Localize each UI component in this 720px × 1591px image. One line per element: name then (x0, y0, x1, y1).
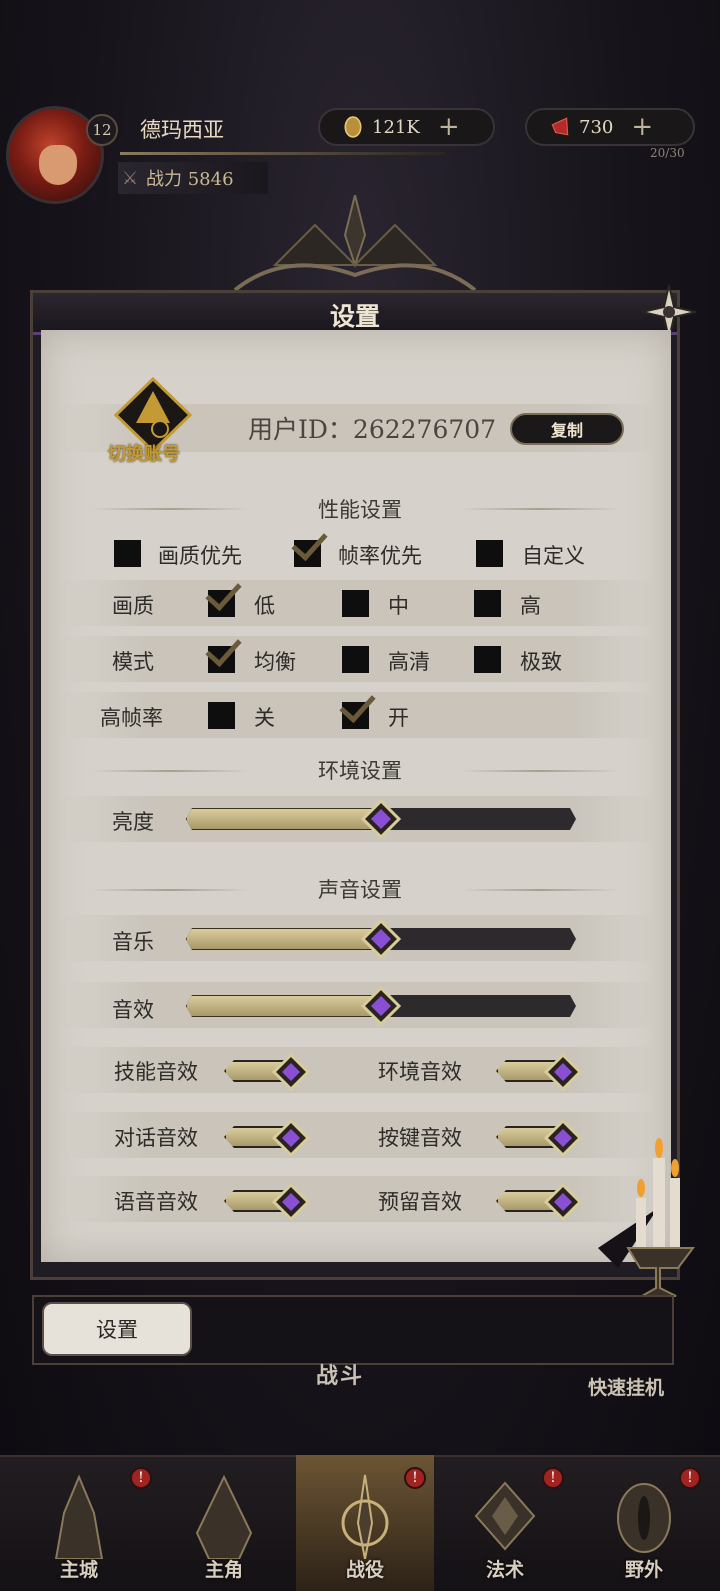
nav-label: 主角 (204, 1559, 243, 1581)
mode-ultra-checkbox[interactable] (474, 646, 501, 673)
combat-power-value: 战力 5846 (146, 169, 234, 190)
nav-main-city[interactable]: ! 主城 (10, 1455, 152, 1591)
voice-sound-label: 语音音效 (114, 1190, 198, 1214)
player-header: 12 德玛西亚 ⚔ 战力 5846 121K + 730 + 20/30 (0, 100, 720, 210)
tab-settings[interactable]: 设置 (42, 1302, 192, 1356)
mode-balanced-checkbox[interactable] (208, 646, 235, 673)
switch-account-label[interactable]: 切换账号 (108, 440, 180, 466)
button-sound-toggle[interactable] (496, 1119, 582, 1157)
stamina-counter: 20/30 (650, 146, 685, 160)
gold-resource[interactable]: 121K + (318, 108, 495, 146)
toggle-knob-diamond-icon (272, 1119, 310, 1157)
quality-high-checkbox[interactable] (474, 590, 501, 617)
mode-balanced-label: 均衡 (254, 650, 296, 674)
castle-icon (54, 1474, 104, 1559)
preset-fps-checkbox[interactable] (294, 540, 321, 567)
voice-sound-toggle[interactable] (224, 1183, 310, 1221)
toggle-knob-diamond-icon (544, 1183, 582, 1221)
alert-badge: ! (130, 1467, 152, 1489)
user-id-text: 用户ID：262276707 (248, 415, 497, 444)
ambient-sound-label: 环境音效 (378, 1060, 462, 1084)
quick-idle-button[interactable]: 快速挂机 (588, 1373, 664, 1400)
mode-hd-checkbox[interactable] (342, 646, 369, 673)
gem-amount: 730 (579, 116, 614, 138)
spell-compass-icon (474, 1481, 536, 1551)
add-gold-plus-icon[interactable]: + (438, 112, 460, 142)
alert-badge: ! (679, 1467, 701, 1489)
toggle-knob-diamond-icon (544, 1119, 582, 1157)
high-fps-label: 高帧率 (100, 706, 163, 730)
reserved-sound-label: 预留音效 (378, 1190, 462, 1214)
crossed-swords-icon: ⚔ (122, 168, 139, 189)
candle-decoration-icon (598, 1138, 695, 1297)
mode-hd-label: 高清 (388, 650, 430, 674)
gem-resource[interactable]: 730 + (525, 108, 695, 146)
preset-custom-checkbox[interactable] (476, 540, 503, 567)
button-sound-label: 按键音效 (378, 1126, 462, 1150)
eye-portal-icon (617, 1483, 671, 1553)
music-slider[interactable] (186, 919, 576, 959)
hooded-hero-icon (195, 1474, 253, 1559)
mode-ultra-label: 极致 (520, 650, 562, 674)
skill-sound-toggle[interactable] (224, 1053, 310, 1091)
high-fps-off-checkbox[interactable] (208, 702, 235, 729)
preset-quality-label: 画质优先 (158, 544, 242, 568)
player-level-badge: 12 (86, 114, 118, 146)
quality-low-label: 低 (254, 594, 275, 618)
mode-label: 模式 (112, 650, 154, 674)
preset-custom-label: 自定义 (522, 544, 585, 568)
music-label: 音乐 (112, 930, 154, 954)
sound-heading: 声音设置 (318, 878, 402, 902)
nav-spells[interactable]: ! 法术 (436, 1455, 574, 1591)
slider-knob-diamond-icon[interactable] (361, 799, 401, 839)
skill-sound-label: 技能音效 (114, 1060, 198, 1084)
alert-badge: ! (404, 1467, 426, 1489)
brightness-slider[interactable] (186, 799, 576, 839)
nav-label: 主城 (59, 1559, 98, 1581)
quality-label: 画质 (112, 594, 154, 618)
exp-bar (120, 152, 445, 155)
copy-id-button[interactable]: 复制 (510, 413, 624, 445)
battle-label[interactable]: 战斗 (316, 1358, 364, 1390)
nav-hero[interactable]: 主角 (155, 1455, 293, 1591)
brightness-label: 亮度 (112, 810, 154, 834)
nav-wilds[interactable]: ! 野外 (575, 1455, 713, 1591)
high-fps-on-checkbox[interactable] (342, 702, 369, 729)
player-name: 德玛西亚 (140, 118, 224, 142)
toggle-knob-diamond-icon (272, 1183, 310, 1221)
high-fps-off-label: 关 (254, 706, 275, 730)
nav-label: 战役 (345, 1559, 384, 1581)
performance-heading: 性能设置 (318, 498, 402, 522)
red-gem-icon (551, 117, 569, 136)
dialog-sound-toggle[interactable] (224, 1119, 310, 1157)
combat-power: ⚔ 战力 5846 (118, 162, 268, 194)
ambient-sound-toggle[interactable] (496, 1053, 582, 1091)
high-fps-on-label: 开 (388, 706, 409, 730)
campaign-sword-icon (341, 1474, 389, 1559)
quality-mid-label: 中 (388, 594, 409, 618)
alert-badge: ! (542, 1467, 564, 1489)
slider-knob-diamond-icon[interactable] (361, 986, 401, 1026)
effects-label: 音效 (112, 998, 154, 1022)
nav-label: 法术 (485, 1559, 524, 1581)
quality-high-label: 高 (520, 594, 541, 618)
effects-slider[interactable] (186, 986, 576, 1026)
preset-quality-checkbox[interactable] (114, 540, 141, 567)
nav-campaign[interactable]: ! 战役 (296, 1455, 434, 1591)
toggle-knob-diamond-icon (544, 1053, 582, 1091)
nav-label: 野外 (624, 1559, 663, 1581)
quality-mid-checkbox[interactable] (342, 590, 369, 617)
slider-knob-diamond-icon[interactable] (361, 919, 401, 959)
quality-low-checkbox[interactable] (208, 590, 235, 617)
gold-amount: 121K (372, 116, 420, 138)
dialog-sound-label: 对话音效 (114, 1126, 198, 1150)
reserved-sound-toggle[interactable] (496, 1183, 582, 1221)
preset-fps-label: 帧率优先 (338, 544, 422, 568)
toggle-knob-diamond-icon (272, 1053, 310, 1091)
panel-title: 设置 (329, 302, 380, 331)
add-gem-plus-icon[interactable]: + (631, 112, 653, 142)
environment-heading: 环境设置 (318, 759, 402, 783)
ornamental-crest (233, 195, 477, 292)
gold-coin-icon (344, 116, 362, 138)
